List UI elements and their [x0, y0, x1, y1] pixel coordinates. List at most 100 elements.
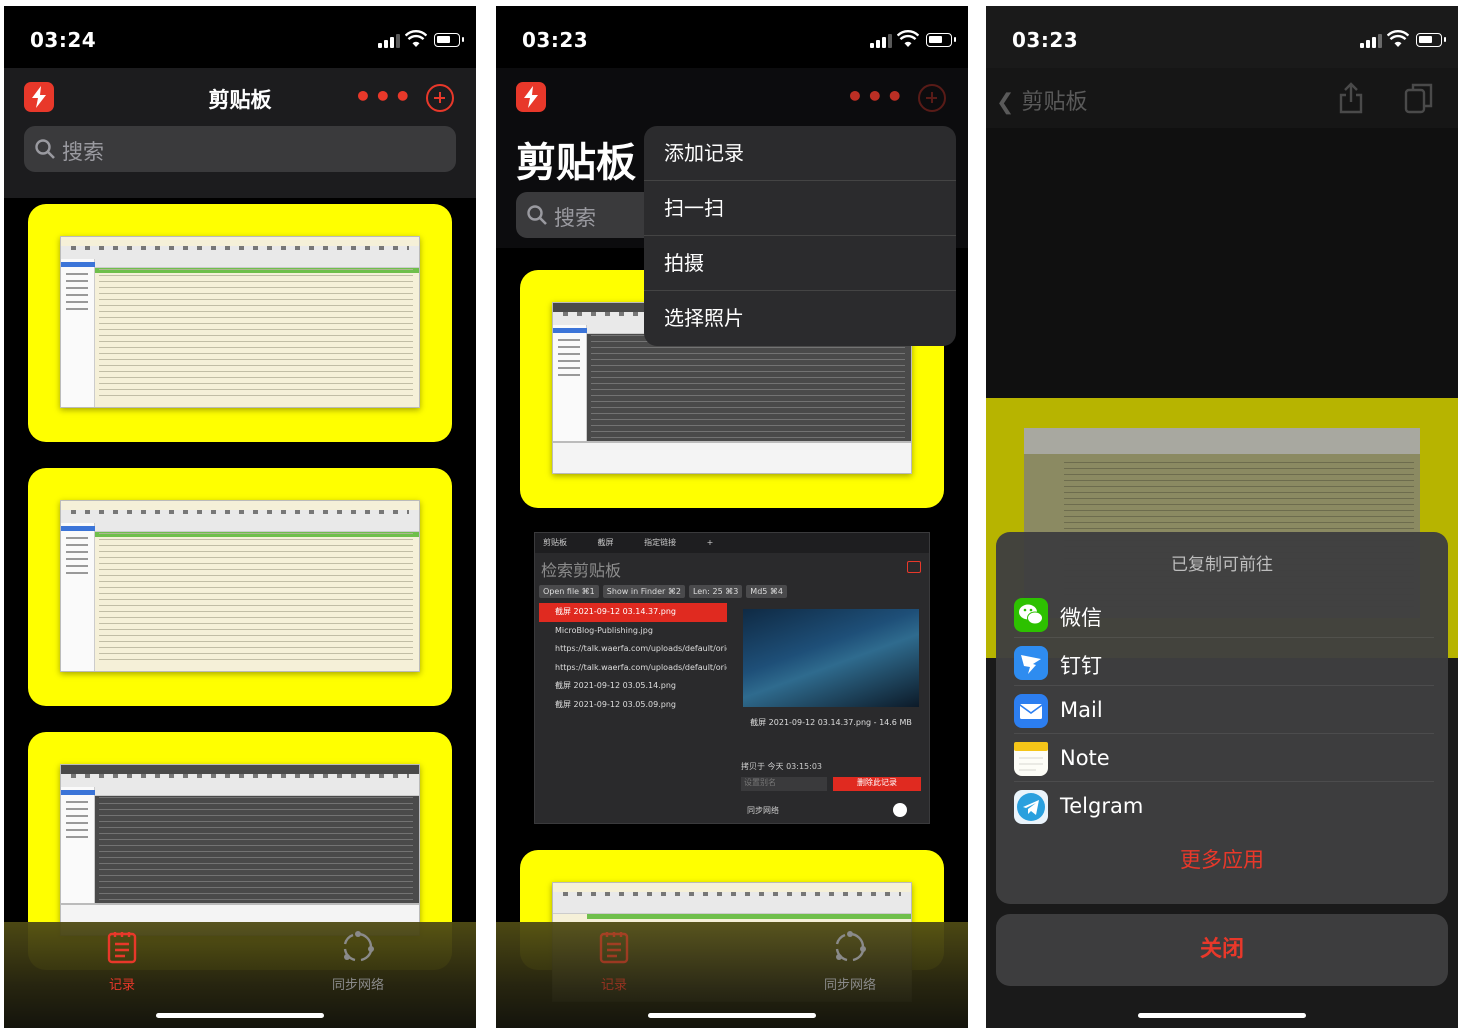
clip-tab: 指定链接: [644, 538, 677, 547]
share-icon[interactable]: [1338, 82, 1364, 114]
search-icon: [35, 139, 55, 159]
list-item: 截屏 2021-09-12 03.05.09.png: [555, 699, 676, 709]
home-indicator[interactable]: [156, 1013, 324, 1018]
search-input[interactable]: 搜索: [24, 126, 456, 172]
page-title: 剪贴板: [516, 140, 636, 186]
add-icon[interactable]: [918, 84, 946, 112]
notepad-icon: [599, 932, 629, 964]
share-app-dingtalk[interactable]: 钉钉: [1014, 640, 1434, 686]
sync-toggle: [893, 803, 907, 817]
home-indicator[interactable]: [648, 1013, 816, 1018]
search-placeholder: 搜索: [554, 206, 596, 230]
preview-image: [743, 609, 919, 707]
window-icon: [907, 561, 921, 573]
more-apps-button[interactable]: 更多应用: [996, 844, 1448, 874]
status-time: 03:23: [1012, 28, 1079, 52]
signal-icon: [870, 34, 892, 48]
clip-card[interactable]: [28, 204, 452, 442]
preview-caption: 截屏 2021-09-12 03.14.37.png - 14.6 MB: [750, 718, 912, 727]
app-name: Mail: [1060, 698, 1103, 722]
copied-meta: 拷贝于 今天 03:15:03: [741, 762, 823, 771]
screenshot-thumbnail: [60, 500, 420, 672]
wifi-icon: [1387, 30, 1409, 47]
status-bar: 03:23: [986, 6, 1458, 68]
clip-tab: 剪贴板: [543, 538, 567, 547]
signal-icon: [1360, 34, 1382, 48]
tab-label: 同步网络: [331, 978, 384, 993]
list-item: 截屏 2021-09-12 03.14.37.png: [539, 603, 727, 622]
tab-label: 同步网络: [823, 978, 876, 993]
app-name: 微信: [1060, 606, 1102, 630]
sync-network-icon: [343, 931, 374, 962]
battery-icon: [434, 33, 464, 47]
status-bar: 03:24: [4, 6, 476, 68]
wifi-icon: [897, 30, 919, 47]
back-label: 剪贴板: [1021, 90, 1088, 115]
screenshot-thumbnail: [60, 764, 420, 936]
share-app-wechat[interactable]: 微信: [1014, 592, 1434, 638]
menu-item-capture[interactable]: 拍摄: [644, 236, 956, 291]
chip: Show in Finder ⌘2: [602, 585, 685, 598]
screen-add-menu: 03:23 ••• 剪贴板 搜索 剪贴板 截屏 指定链接 + 检索剪贴板 Ope…: [496, 6, 968, 1028]
signal-icon: [378, 34, 400, 48]
tab-records[interactable]: 记录: [72, 930, 172, 993]
telegram-icon: [1014, 790, 1048, 824]
clip-card[interactable]: [28, 468, 452, 706]
screen-share-sheet: 03:23 ❮ 剪贴板 已复制可前往 微信 钉钉 Mail Note Telgr…: [986, 6, 1458, 1028]
dingtalk-icon: [1014, 646, 1048, 680]
screenshot-thumbnail: [60, 236, 420, 408]
copy-icon[interactable]: [1404, 82, 1434, 114]
tab-label: 记录: [600, 978, 627, 993]
chip: Open file ⌘1: [539, 585, 599, 598]
chevron-left-icon: ❮: [996, 90, 1015, 115]
status-time: 03:24: [30, 28, 97, 52]
menu-item-scan[interactable]: 扫一扫: [644, 181, 956, 236]
tab-label: 记录: [108, 978, 135, 993]
app-logo-icon[interactable]: [516, 82, 546, 112]
share-sheet: 已复制可前往 微信 钉钉 Mail Note Telgram 更多应用: [996, 532, 1448, 904]
app-name: Telgram: [1060, 794, 1144, 818]
delete-record-button: 删除此记录: [833, 777, 921, 791]
clip-window-chips: Open file ⌘1 Show in Finder ⌘2 Len: 25 ⌘3 M…: [539, 585, 791, 598]
menu-item-add-record[interactable]: 添加记录: [644, 126, 956, 181]
clip-tab: 截屏: [597, 538, 614, 547]
chip: Len: 25 ⌘3: [688, 585, 743, 598]
clip-window-tabs: 剪贴板 截屏 指定链接 +: [535, 533, 929, 553]
search-icon: [527, 205, 547, 225]
add-menu: 添加记录 扫一扫 拍摄 选择照片: [644, 126, 956, 346]
tab-sync[interactable]: 同步网络: [308, 930, 408, 993]
wifi-icon: [405, 30, 427, 47]
note-icon: [1014, 742, 1048, 776]
sync-label: 同步网络: [747, 806, 779, 815]
clip-tab: +: [706, 538, 714, 547]
add-icon[interactable]: [426, 84, 454, 112]
chip: Md5 ⌘4: [746, 585, 787, 598]
menu-item-choose-photo[interactable]: 选择照片: [644, 291, 956, 346]
tab-records[interactable]: 记录: [564, 930, 664, 993]
screen-clipboard-list: 03:24 剪贴板 ••• 搜索 记录 同步网络: [4, 6, 476, 1028]
list-item: https://talk.waerfa.com/uploads/default/…: [555, 662, 727, 672]
clipboard-window-screenshot[interactable]: 剪贴板 截屏 指定链接 + 检索剪贴板 Open file ⌘1 Show in …: [534, 532, 930, 824]
list-item: MicroBlog-Publishing.jpg: [555, 625, 653, 635]
back-button[interactable]: ❮ 剪贴板: [996, 84, 1087, 116]
wechat-icon: [1014, 598, 1048, 632]
battery-icon: [926, 33, 956, 47]
home-indicator[interactable]: [1138, 1013, 1306, 1018]
share-app-mail[interactable]: Mail: [1014, 688, 1434, 734]
mail-icon: [1014, 694, 1048, 728]
tab-bar: 记录 同步网络: [496, 922, 968, 1028]
list-item: 截屏 2021-09-12 03.05.14.png: [555, 681, 676, 690]
search-placeholder: 搜索: [62, 140, 104, 164]
more-icon[interactable]: •••: [354, 83, 414, 111]
status-bar: 03:23: [496, 6, 968, 68]
close-button[interactable]: 关闭: [996, 914, 1448, 986]
alias-field: 设置别名: [741, 777, 827, 791]
app-name: Note: [1060, 746, 1110, 770]
clip-window-search: 检索剪贴板: [541, 561, 622, 580]
tab-sync[interactable]: 同步网络: [800, 930, 900, 993]
share-app-note[interactable]: Note: [1014, 736, 1434, 782]
clip-window-list: 截屏 2021-09-12 03.14.37.png MicroBlog-Pub…: [539, 603, 727, 714]
more-icon[interactable]: •••: [846, 83, 906, 111]
share-app-telegram[interactable]: Telgram: [1014, 784, 1434, 830]
dim-backdrop: [986, 128, 1458, 398]
